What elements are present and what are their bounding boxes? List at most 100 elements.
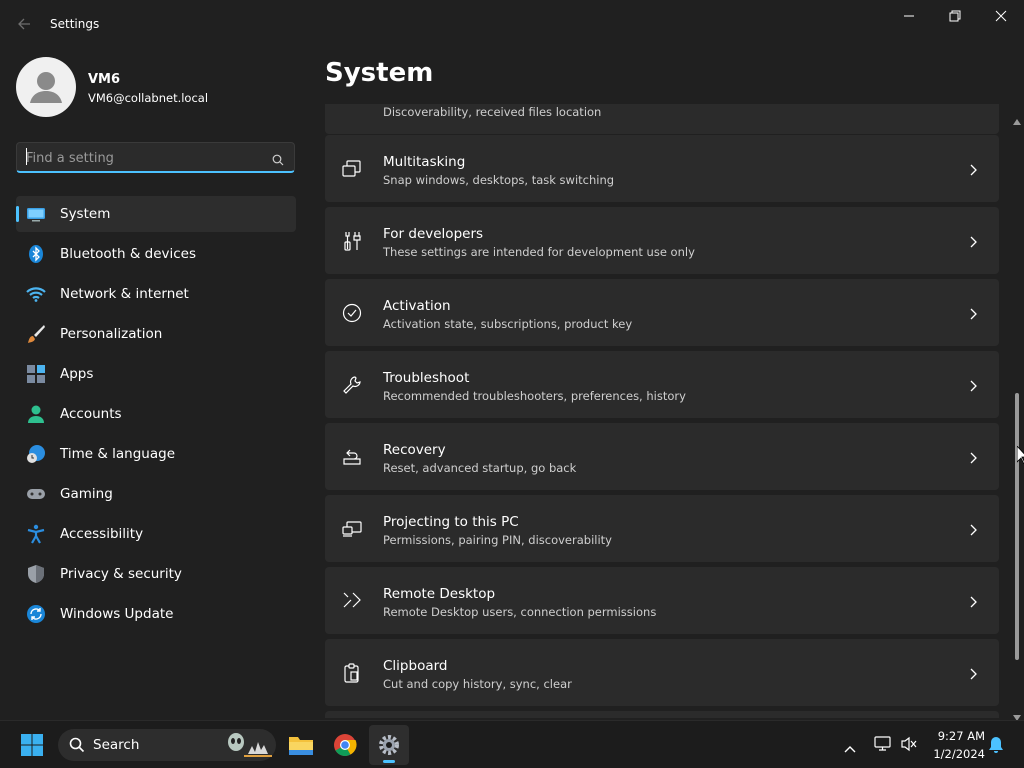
card-description: Reset, advanced startup, go back [383,461,577,475]
sidebar-item-gaming[interactable]: Gaming [16,476,296,512]
sidebar-item-label: Time & language [60,446,176,462]
sidebar-item-label: Privacy & security [60,566,182,582]
scroll-up-arrow-icon[interactable] [1013,110,1021,129]
chevron-up-icon[interactable] [843,739,857,758]
sidebar-item-label: Network & internet [60,286,189,302]
card-description: Permissions, pairing PIN, discoverabilit… [383,533,612,547]
chevron-right-icon [967,306,979,320]
bluetooth-icon [26,244,46,264]
sidebar-item-time-language[interactable]: Time & language [16,436,296,472]
settings-card-troubleshoot[interactable]: Troubleshoot Recommended troubleshooters… [325,351,999,418]
network-status-icon[interactable] [874,736,892,756]
wrench-icon [341,374,363,396]
update-icon [26,604,46,624]
start-button[interactable] [12,725,52,765]
sidebar-item-privacy-security[interactable]: Privacy & security [16,556,296,592]
mouse-cursor-icon [1016,444,1024,468]
card-title: Projecting to this PC [383,514,519,530]
text-caret [26,148,27,165]
card-title: Recovery [383,442,446,458]
settings-card-for-developers[interactable]: For developers These settings are intend… [325,207,999,274]
settings-card-multitasking[interactable]: Multitasking Snap windows, desktops, tas… [325,135,999,202]
chevron-right-icon [967,234,979,248]
card-title: Remote Desktop [383,586,496,602]
card-description: Cut and copy history, sync, clear [383,677,572,691]
file-explorer-icon[interactable] [281,725,321,765]
restore-button[interactable] [932,0,978,32]
clipboard-icon [341,662,363,684]
chrome-icon[interactable] [325,725,365,765]
apps-icon [26,364,46,384]
person-icon [26,404,46,424]
card-description: These settings are intended for developm… [383,245,695,259]
sidebar-item-accounts[interactable]: Accounts [16,396,296,432]
multitasking-icon [341,158,363,180]
avatar[interactable] [16,57,76,117]
chevron-right-icon [967,378,979,392]
back-arrow-icon[interactable] [12,12,36,36]
chevron-right-icon [967,450,979,464]
card-description: Activation state, subscriptions, product… [383,317,633,331]
clock-date[interactable]: 1/2/2024 [926,747,985,761]
sidebar-item-accessibility[interactable]: Accessibility [16,516,296,552]
clock-time[interactable]: 9:27 AM [930,729,985,743]
developer-tools-icon [341,230,363,252]
search-input[interactable] [26,148,266,168]
settings-card-remote-desktop[interactable]: Remote Desktop Remote Desktop users, con… [325,567,999,634]
card-description: Remote Desktop users, connection permiss… [383,605,657,619]
card-description: Snap windows, desktops, task switching [383,173,615,187]
sidebar-item-windows-update[interactable]: Windows Update [16,596,296,632]
remote-desktop-icon [341,590,363,612]
gamepad-icon [26,484,46,504]
title-bar: Settings [0,0,1024,48]
sidebar-item-personalization[interactable]: Personalization [16,316,296,352]
volume-muted-icon[interactable] [900,736,918,756]
card-title: Activation [383,298,451,314]
settings-card-clipboard[interactable]: Clipboard Cut and copy history, sync, cl… [325,639,999,706]
settings-card-next[interactable] [325,711,999,718]
chevron-right-icon [967,522,979,536]
settings-list: Discoverability, received files location… [325,104,1000,718]
settings-app-icon[interactable] [369,725,409,765]
taskbar: Search 9:27 AM 1/2/2024 [0,720,1024,768]
sidebar-item-network[interactable]: Network & internet [16,276,296,312]
sidebar-item-label: Personalization [60,326,163,342]
settings-card-nearby-sharing[interactable]: Discoverability, received files location [325,104,999,134]
card-title: Clipboard [383,658,448,674]
settings-card-activation[interactable]: Activation Activation state, subscriptio… [325,279,999,346]
close-button[interactable] [978,0,1024,32]
card-title: Multitasking [383,154,466,170]
scrollbar-thumb[interactable] [1015,393,1019,660]
sidebar-item-label: Windows Update [60,606,174,622]
minimize-button[interactable] [886,0,932,32]
sidebar-item-label: Accessibility [60,526,144,542]
card-description: Recommended troubleshooters, preferences… [383,389,686,403]
notification-bell-icon[interactable] [988,736,1004,758]
taskbar-search[interactable]: Search [58,729,276,761]
projecting-icon [341,518,363,540]
wifi-icon [26,284,46,304]
settings-card-recovery[interactable]: Recovery Reset, advanced startup, go bac… [325,423,999,490]
shield-icon [26,564,46,584]
page-title: System [325,58,434,88]
sidebar-item-apps[interactable]: Apps [16,356,296,392]
settings-search-box[interactable] [16,142,295,173]
taskbar-search-label: Search [93,737,140,753]
monitor-icon [26,204,46,224]
sidebar-item-bluetooth[interactable]: Bluetooth & devices [16,236,296,272]
sidebar-item-system[interactable]: System [16,196,296,232]
app-title: Settings [50,17,100,31]
paintbrush-icon [26,324,46,344]
sidebar-item-label: Accounts [60,406,122,422]
search-highlight-icon [224,732,272,762]
sidebar-nav: System Bluetooth & devices Network & int… [16,196,296,636]
search-icon[interactable] [272,151,284,170]
sidebar-item-label: System [60,206,111,222]
sidebar-item-label: Gaming [60,486,113,502]
settings-card-projecting[interactable]: Projecting to this PC Permissions, pairi… [325,495,999,562]
active-app-indicator [383,760,395,763]
search-icon [69,737,85,757]
globe-clock-icon [26,444,46,464]
recovery-icon [341,446,363,468]
user-name: VM6 [88,72,121,87]
